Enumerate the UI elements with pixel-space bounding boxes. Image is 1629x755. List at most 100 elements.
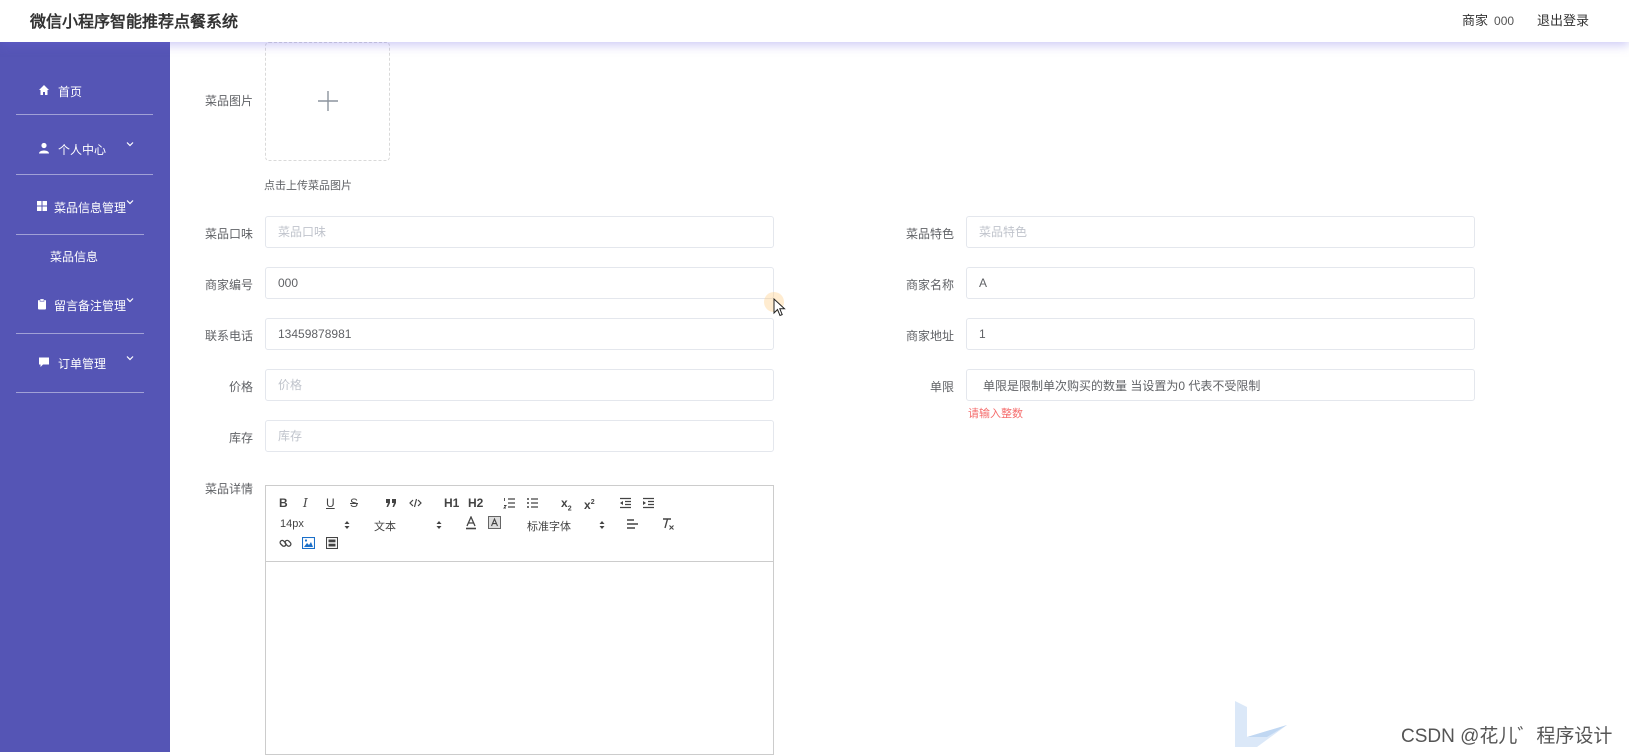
video-icon	[326, 537, 338, 549]
price-input[interactable]	[265, 369, 774, 401]
upload-tip: 点击上传菜品图片	[264, 180, 352, 192]
user-info: 商家 000	[1462, 10, 1514, 29]
user-role: 商家	[1462, 13, 1489, 28]
background-color-button[interactable]	[488, 516, 501, 530]
address-input[interactable]	[966, 318, 1475, 350]
mouse-cursor-icon	[773, 298, 786, 317]
merchant-name-label: 商家名称	[905, 278, 954, 292]
dish-image-label: 菜品图片	[204, 94, 253, 108]
phone-label: 联系电话	[204, 329, 253, 343]
subscript-button[interactable]: x2	[561, 496, 572, 516]
clear-format-button[interactable]	[661, 517, 675, 531]
sidebar-item-label: 订单管理	[58, 357, 107, 371]
merchant-no-input[interactable]	[265, 267, 774, 299]
link-icon	[279, 539, 292, 547]
feature-input[interactable]	[966, 216, 1475, 248]
merchant-no-label: 商家编号	[204, 278, 253, 292]
align-button[interactable]	[626, 518, 639, 530]
limit-error-message: 请输入整数	[968, 408, 1023, 420]
sidebar-divider	[16, 114, 153, 115]
editor-content-area[interactable]	[266, 563, 773, 753]
italic-button[interactable]: I	[303, 496, 308, 510]
sidebar: 首页 个人中心 菜品信息管理 菜品信息 留言备注管理 订单管理	[0, 42, 170, 752]
chevron-down-icon	[126, 200, 134, 205]
sidebar-item-label: 菜品信息管理	[54, 201, 127, 215]
limit-input[interactable]	[966, 369, 1475, 401]
sidebar-divider	[16, 333, 144, 334]
header-select[interactable]: 文本	[374, 518, 444, 534]
plus-icon	[318, 91, 338, 111]
stock-label: 库存	[228, 431, 253, 445]
video-button[interactable]	[326, 537, 338, 549]
rich-text-editor: B I U S H1 H2 x2 x2 14px 文本 标准字体	[265, 485, 774, 755]
merchant-name-input[interactable]	[966, 267, 1475, 299]
sidebar-item-label: 个人中心	[58, 143, 107, 157]
code-button[interactable]	[409, 497, 422, 509]
sidebar-item-label: 首页	[58, 85, 83, 99]
font-family-select[interactable]: 标准字体	[527, 518, 607, 534]
home-icon	[39, 85, 49, 95]
underline-button[interactable]: U	[326, 496, 335, 510]
editor-toolbar: B I U S H1 H2 x2 x2 14px 文本 标准字体	[266, 486, 773, 562]
sidebar-item-home[interactable]: 首页	[0, 79, 170, 103]
taste-input[interactable]	[265, 216, 774, 248]
indent-icon	[643, 497, 654, 509]
select-arrow-icon	[599, 521, 605, 529]
sidebar-divider	[16, 174, 153, 175]
message-icon	[39, 357, 49, 367]
font-size-select[interactable]: 14px	[280, 518, 350, 530]
ordered-list-button[interactable]	[503, 497, 516, 509]
sidebar-divider	[16, 234, 144, 235]
subscript-label: x	[561, 496, 568, 510]
stock-input[interactable]	[265, 420, 774, 452]
sidebar-item-profile[interactable]: 个人中心	[0, 137, 170, 161]
chevron-down-icon	[126, 298, 134, 303]
code-icon	[409, 498, 422, 508]
sidebar-item-order-management[interactable]: 订单管理	[0, 351, 170, 375]
user-id: 000	[1494, 14, 1515, 28]
watermark-logo-icon	[1235, 701, 1287, 747]
clear-format-icon	[663, 518, 674, 530]
bullet-list-icon	[527, 498, 538, 508]
detail-label: 菜品详情	[204, 482, 253, 496]
image-upload-box[interactable]	[265, 42, 390, 161]
taste-label: 菜品口味	[204, 227, 253, 241]
chevron-down-icon	[126, 142, 134, 147]
align-left-icon	[627, 519, 638, 529]
outdent-button[interactable]	[619, 497, 632, 509]
sidebar-item-label: 留言备注管理	[54, 299, 127, 313]
h2-button[interactable]: H2	[468, 496, 483, 510]
bold-button[interactable]: B	[279, 496, 288, 510]
strike-button[interactable]: S	[350, 496, 358, 510]
font-size-value: 14px	[280, 518, 304, 530]
grid-icon	[37, 201, 47, 211]
app-title: 微信小程序智能推荐点餐系统	[30, 12, 239, 31]
sidebar-item-dish-management[interactable]: 菜品信息管理	[0, 195, 170, 219]
image-button[interactable]	[302, 537, 315, 549]
link-button[interactable]	[279, 537, 292, 550]
header-select-value: 文本	[374, 521, 396, 533]
price-label: 价格	[228, 380, 253, 394]
font-family-value: 标准字体	[527, 521, 571, 533]
background-color-icon	[488, 516, 501, 529]
logout-button[interactable]: 退出登录	[1537, 10, 1589, 29]
superscript-button[interactable]: x2	[584, 496, 595, 512]
select-arrow-icon	[436, 521, 442, 529]
user-icon	[39, 142, 49, 154]
sidebar-divider	[16, 392, 144, 393]
blockquote-button[interactable]	[385, 497, 398, 509]
sidebar-subitem-dish-info[interactable]: 菜品信息	[50, 248, 98, 265]
text-color-icon	[466, 516, 476, 530]
text-color-button[interactable]	[465, 516, 477, 530]
phone-input[interactable]	[265, 318, 774, 350]
chevron-down-icon	[126, 356, 134, 361]
indent-button[interactable]	[642, 497, 655, 509]
bullet-list-button[interactable]	[526, 497, 539, 509]
limit-label: 单限	[929, 380, 954, 394]
h1-button[interactable]: H1	[444, 496, 459, 510]
watermark-text: CSDN @花儿゛程序设计	[1401, 726, 1613, 747]
top-header: 微信小程序智能推荐点餐系统 商家 000 退出登录	[0, 0, 1629, 42]
address-label: 商家地址	[905, 329, 954, 343]
sidebar-item-message-management[interactable]: 留言备注管理	[0, 293, 170, 317]
select-arrow-icon	[344, 521, 350, 529]
